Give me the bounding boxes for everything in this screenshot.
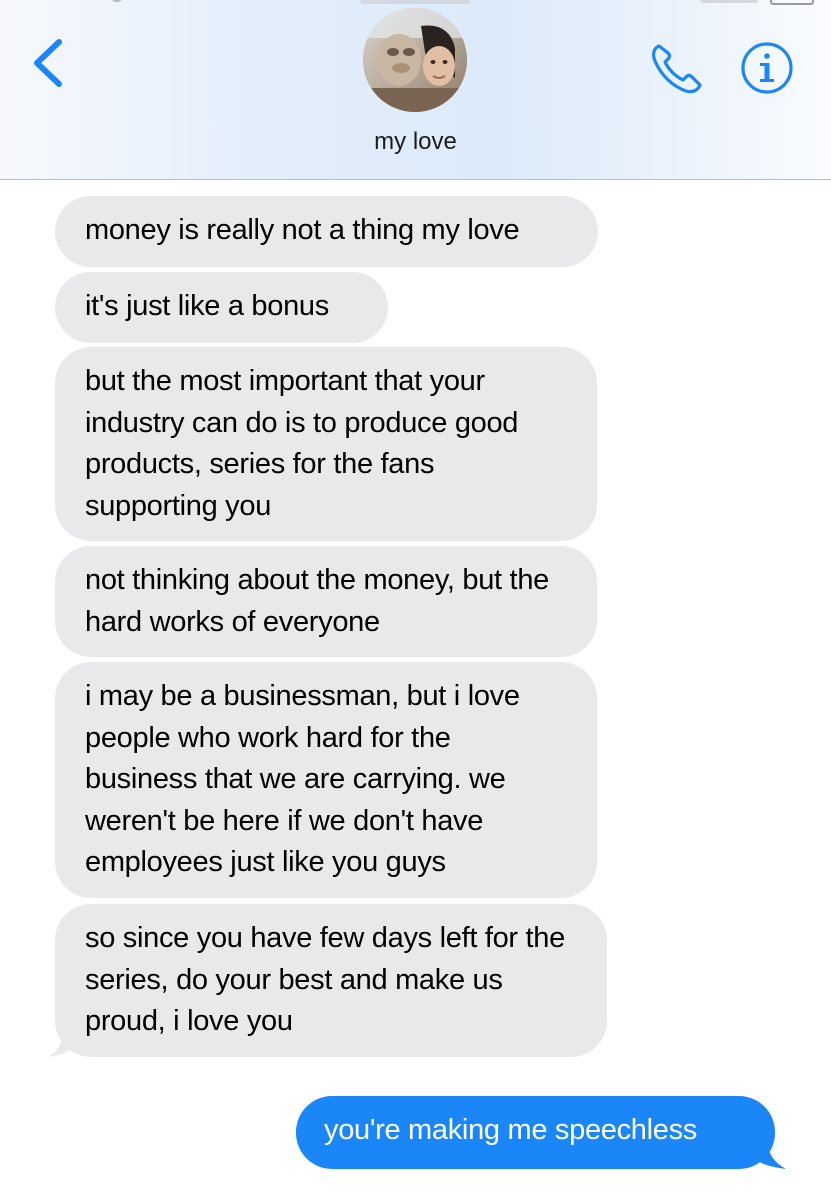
avatar-photo xyxy=(363,8,467,112)
phone-icon xyxy=(652,44,702,94)
message-bubble-incoming[interactable]: it's just like a bonus xyxy=(55,272,388,343)
status-bar-fragment xyxy=(112,0,122,2)
message-text: you're making me speechless xyxy=(324,1114,698,1146)
back-button[interactable] xyxy=(28,36,72,92)
info-button[interactable] xyxy=(740,41,794,95)
message-bubble-incoming[interactable]: so since you have few days left for the … xyxy=(55,904,607,1057)
message-text: money is really not a thing my love xyxy=(85,214,520,246)
message-text: not thinking about the money, but the ha… xyxy=(85,564,549,638)
message-bubble-incoming[interactable]: i may be a businessman, but i love peopl… xyxy=(55,662,597,898)
chevron-left-icon xyxy=(34,39,62,87)
avatar[interactable] xyxy=(363,8,467,112)
message-text: it's just like a bonus xyxy=(85,290,329,322)
status-bar-signal xyxy=(700,0,758,3)
message-bubble-incoming[interactable]: money is really not a thing my love xyxy=(55,196,598,267)
outgoing-bubble-tail xyxy=(752,1131,786,1169)
info-icon xyxy=(741,42,793,94)
status-bar-time xyxy=(360,0,470,4)
incoming-bubble-tail xyxy=(48,1019,74,1057)
message-text: so since you have few days left for the … xyxy=(85,922,565,1037)
message-bubble-incoming[interactable]: but the most important that your industr… xyxy=(55,347,597,541)
contact-name[interactable]: my love xyxy=(0,128,831,156)
message-text: i may be a businessman, but i love peopl… xyxy=(85,680,520,878)
call-button[interactable] xyxy=(648,40,706,96)
battery-icon xyxy=(770,0,814,5)
conversation-header: my love xyxy=(0,0,831,180)
message-bubble-outgoing[interactable]: you're making me speechless xyxy=(296,1096,775,1169)
message-text: but the most important that your industr… xyxy=(85,365,519,522)
message-bubble-incoming[interactable]: not thinking about the money, but the ha… xyxy=(55,546,597,657)
